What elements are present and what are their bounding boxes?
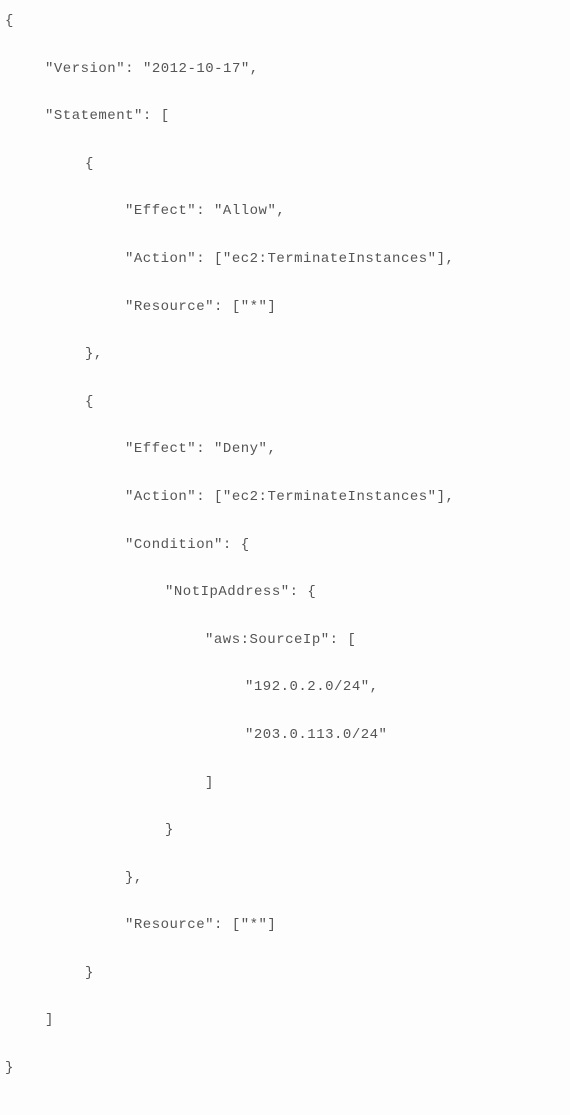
stmt1-close: }	[5, 962, 565, 986]
stmt0-close: },	[5, 343, 565, 367]
stmt1-condition-close: },	[5, 867, 565, 891]
stmt1-condition-key: "Condition": {	[5, 534, 565, 558]
brace-open: {	[5, 10, 565, 34]
stmt1-sourceip-close: ]	[5, 772, 565, 796]
stmt0-resource: "Resource": ["*"]	[5, 296, 565, 320]
brace-close: }	[5, 1057, 565, 1081]
stmt1-sourceip-key: "aws:SourceIp": [	[5, 629, 565, 653]
statement-key-line: "Statement": [	[5, 105, 565, 129]
stmt1-ip1: "203.0.113.0/24"	[5, 724, 565, 748]
stmt1-action: "Action": ["ec2:TerminateInstances"],	[5, 486, 565, 510]
stmt0-open: {	[5, 153, 565, 177]
stmt1-notip-close: }	[5, 819, 565, 843]
statement-close: ]	[5, 1009, 565, 1033]
stmt1-effect: "Effect": "Deny",	[5, 438, 565, 462]
stmt0-action: "Action": ["ec2:TerminateInstances"],	[5, 248, 565, 272]
stmt1-resource: "Resource": ["*"]	[5, 914, 565, 938]
stmt1-notip-key: "NotIpAddress": {	[5, 581, 565, 605]
code-block: { "Version": "2012-10-17", "Statement": …	[5, 10, 565, 1105]
version-line: "Version": "2012-10-17",	[5, 58, 565, 82]
stmt0-effect: "Effect": "Allow",	[5, 200, 565, 224]
stmt1-open: {	[5, 391, 565, 415]
stmt1-ip0: "192.0.2.0/24",	[5, 676, 565, 700]
